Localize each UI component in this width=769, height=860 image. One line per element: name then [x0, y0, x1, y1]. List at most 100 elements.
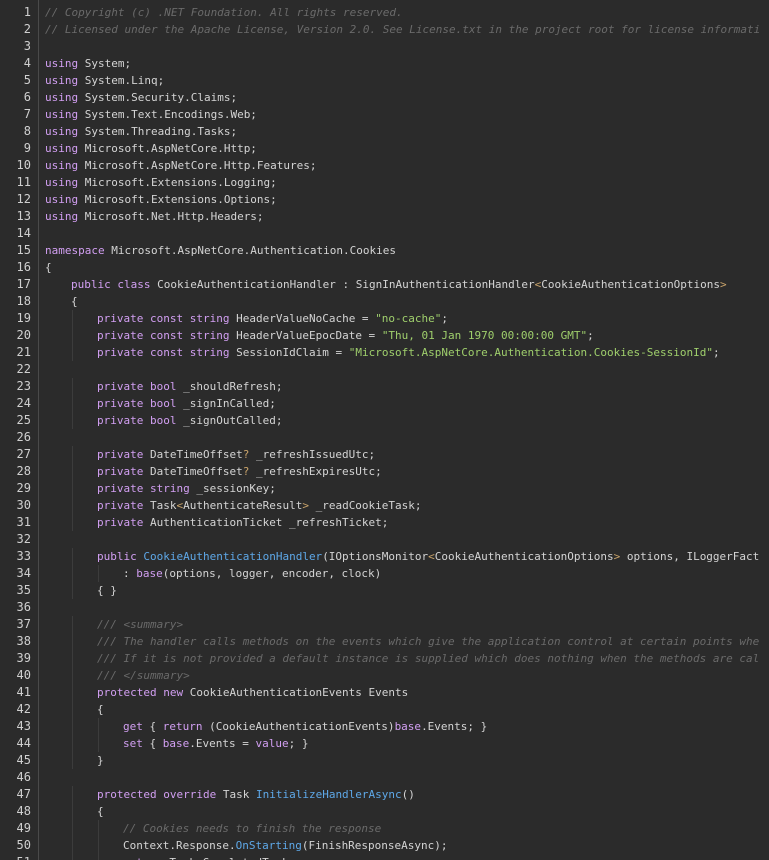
token-plain: Microsoft.Extensions.Options;	[78, 193, 277, 206]
token-plain: ;	[712, 346, 720, 359]
token-plain: :	[123, 567, 137, 580]
line-number: 17	[16, 277, 31, 291]
indent-guide	[72, 395, 73, 412]
code-line[interactable]: 8 using System.Threading.Tasks;	[0, 123, 769, 140]
token-keyword: private	[97, 448, 144, 461]
indent-guide	[98, 854, 99, 860]
code-text: // Licensed under the Apache License, Ve…	[45, 21, 760, 38]
code-line[interactable]: 36	[0, 599, 769, 616]
code-line[interactable]: 39 /// If it is not provided a default in…	[0, 650, 769, 667]
indent-guide	[72, 378, 73, 395]
token-plain: Microsoft.Net.Http.Headers;	[78, 210, 264, 223]
code-line[interactable]: 38 /// The handler calls methods on the e…	[0, 633, 769, 650]
code-line[interactable]: 29 private string _sessionKey;	[0, 480, 769, 497]
code-line[interactable]: 14	[0, 225, 769, 242]
token-keyword: const	[149, 312, 184, 325]
token-keyword: public	[71, 278, 111, 291]
code-line[interactable]: 25 private bool _signOutCalled;	[0, 412, 769, 429]
code-line[interactable]: 28 private DateTimeOffset? _refreshExpire…	[0, 463, 769, 480]
indent-guide	[72, 616, 73, 633]
code-line[interactable]: 50 Context.Response.OnStarting(FinishResp…	[0, 837, 769, 854]
code-line[interactable]: 15 namespace Microsoft.AspNetCore.Authent…	[0, 242, 769, 259]
code-line[interactable]: 47 protected override Task InitializeHand…	[0, 786, 769, 803]
code-line[interactable]: 16 {	[0, 259, 769, 276]
token-comment: // Cookies needs to finish the response	[123, 822, 382, 835]
line-number: 23	[16, 379, 31, 393]
code-text: Context.Response.OnStarting(FinishRespon…	[123, 837, 448, 854]
code-line[interactable]: 9 using Microsoft.AspNetCore.Http;	[0, 140, 769, 157]
code-line[interactable]: 4 using System;	[0, 55, 769, 72]
code-line[interactable]: 43 get { return (CookieAuthenticationEven…	[0, 718, 769, 735]
token-keyword: get	[123, 720, 143, 733]
code-line[interactable]: 19 private const string HeaderValueNoCach…	[0, 310, 769, 327]
code-text: private const string HeaderValueEpocDate…	[97, 327, 594, 344]
code-line[interactable]: 7 using System.Text.Encodings.Web;	[0, 106, 769, 123]
indent-guide	[72, 650, 73, 667]
token-keyword: class	[117, 278, 151, 291]
code-line[interactable]: 18 {	[0, 293, 769, 310]
code-line[interactable]: 32	[0, 531, 769, 548]
code-line[interactable]: 41 protected new CookieAuthenticationEven…	[0, 684, 769, 701]
token-keyword: string	[189, 329, 230, 342]
code-line[interactable]: 20 private const string HeaderValueEpocDa…	[0, 327, 769, 344]
line-number: 15	[16, 243, 31, 257]
code-line[interactable]: 13 using Microsoft.Net.Http.Headers;	[0, 208, 769, 225]
code-line[interactable]: 48 {	[0, 803, 769, 820]
line-number: 8	[23, 124, 31, 138]
code-line[interactable]: 3	[0, 38, 769, 55]
code-text: public CookieAuthenticationHandler(IOpti…	[97, 548, 759, 565]
code-line[interactable]: 45}	[0, 752, 769, 769]
code-line[interactable]: 51 return Task.CompletedTask;	[0, 854, 769, 860]
code-line[interactable]: 37 /// <summary>	[0, 616, 769, 633]
code-lines[interactable]: 1 // Copyright (c) .NET Foundation. All r…	[0, 4, 769, 860]
code-line[interactable]: 24 private bool _signInCalled;	[0, 395, 769, 412]
token-plain: HeaderValueEpocDate =	[229, 329, 382, 342]
line-number: 51	[0, 854, 31, 860]
token-plain: _refreshExpiresUtc;	[249, 465, 382, 478]
code-line[interactable]: 44 set { base.Events = value; }	[0, 735, 769, 752]
code-line[interactable]: 49 // Cookies needs to finish the respons…	[0, 820, 769, 837]
token-keyword: base	[394, 720, 422, 733]
token-plain: CookieAuthenticationHandler : SignInAuth…	[150, 278, 535, 291]
code-text: private DateTimeOffset? _refreshExpiresU…	[97, 463, 382, 480]
code-line[interactable]: 30 private Task<AuthenticateResult> _read…	[0, 497, 769, 514]
code-line[interactable]: 42 {	[0, 701, 769, 718]
code-line[interactable]: 6 using System.Security.Claims;	[0, 89, 769, 106]
code-line[interactable]: 23 private bool _shouldRefresh;	[0, 378, 769, 395]
code-line[interactable]: 12 using Microsoft.Extensions.Options;	[0, 191, 769, 208]
code-line[interactable]: 10 using Microsoft.AspNetCore.Http.Featur…	[0, 157, 769, 174]
token-keyword: private	[97, 482, 144, 495]
token-keyword: private	[97, 312, 144, 325]
code-line[interactable]: 31 private AuthenticationTicket _refreshT…	[0, 514, 769, 531]
line-number: 27	[16, 447, 31, 461]
code-line[interactable]: 5 using System.Linq;	[0, 72, 769, 89]
indent-guide	[72, 837, 73, 854]
token-plain: Microsoft.AspNetCore.Http;	[78, 142, 257, 155]
token-plain: _signOutCalled;	[176, 414, 283, 427]
code-line[interactable]: 1 // Copyright (c) .NET Foundation. All r…	[0, 4, 769, 21]
code-line[interactable]: 22	[0, 361, 769, 378]
code-text: using Microsoft.Net.Http.Headers;	[45, 208, 264, 225]
code-line[interactable]: 35 { }	[0, 582, 769, 599]
code-line[interactable]: 2 // Licensed under the Apache License, V…	[0, 21, 769, 38]
code-line[interactable]: 17 public class CookieAuthenticationHandl…	[0, 276, 769, 293]
code-line[interactable]: 46	[0, 769, 769, 786]
token-keyword: using	[45, 108, 79, 121]
code-line[interactable]: 34: base(options, logger, encoder, clock…	[0, 565, 769, 582]
code-line[interactable]: 33 public CookieAuthenticationHandler(IOp…	[0, 548, 769, 565]
indent-guide	[72, 718, 73, 735]
indent-guide	[72, 412, 73, 429]
code-text: /// The handler calls methods on the eve…	[97, 633, 759, 650]
code-line[interactable]: 11 using Microsoft.Extensions.Logging;	[0, 174, 769, 191]
code-editor[interactable]: 1 // Copyright (c) .NET Foundation. All r…	[0, 0, 769, 860]
code-line[interactable]: 40 /// </summary>	[0, 667, 769, 684]
code-line[interactable]: 21 private const string SessionIdClaim = …	[0, 344, 769, 361]
code-line[interactable]: 26	[0, 429, 769, 446]
code-text: namespace Microsoft.AspNetCore.Authentic…	[45, 242, 396, 259]
code-line[interactable]: 27 private DateTimeOffset? _refreshIssued…	[0, 446, 769, 463]
indent-guide	[72, 565, 73, 582]
line-number: 24	[16, 396, 31, 410]
